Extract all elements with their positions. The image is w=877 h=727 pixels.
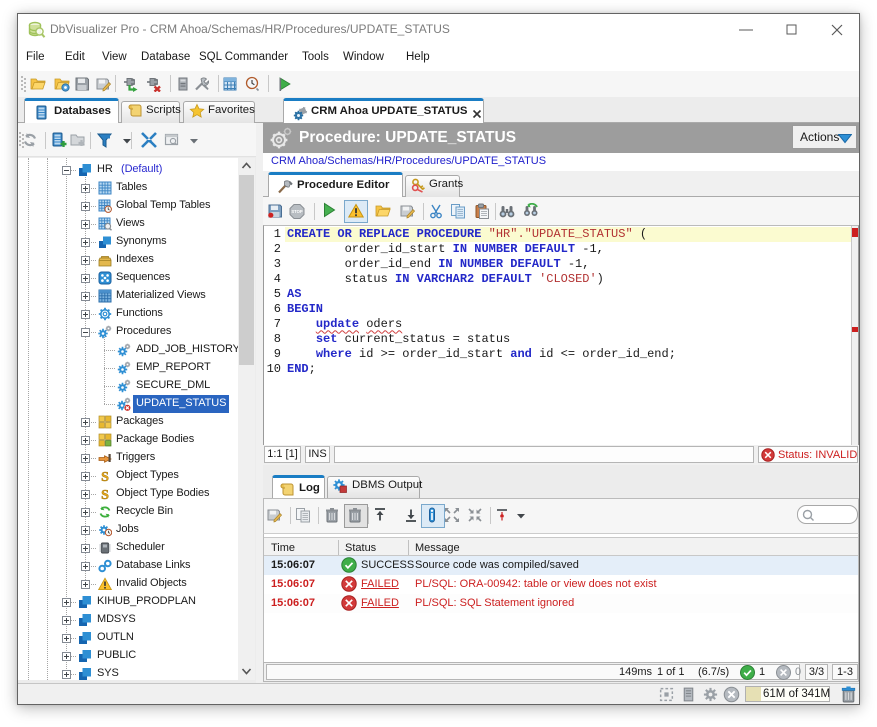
svg-text:S: S <box>101 488 109 501</box>
svg-text:STOP: STOP <box>291 209 303 214</box>
svg-text:S: S <box>101 470 109 483</box>
